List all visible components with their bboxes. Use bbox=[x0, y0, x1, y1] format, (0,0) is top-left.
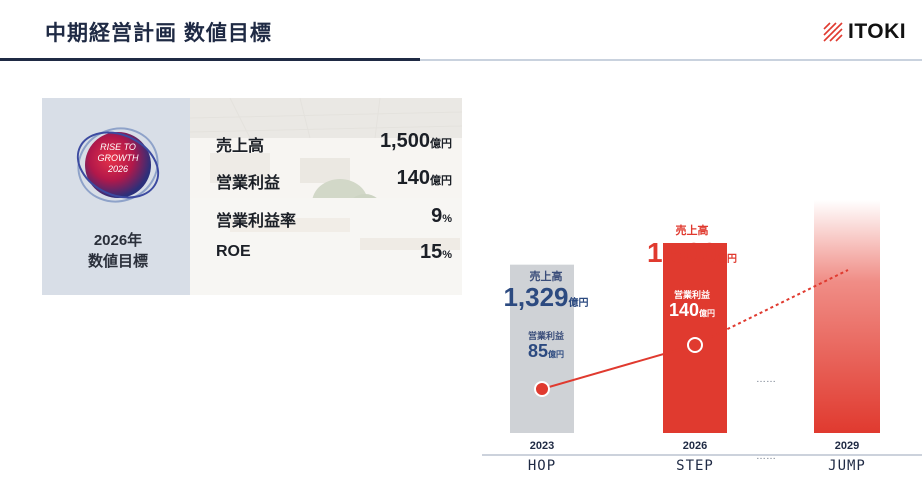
metric-row-sales: 売上高 1,500億円 bbox=[216, 130, 452, 155]
header-rule-dark bbox=[0, 58, 420, 61]
phase-label-2026: STEP bbox=[676, 458, 714, 474]
year-label-2023: 2023 bbox=[530, 440, 554, 452]
gap-marker-lower: …… bbox=[756, 451, 776, 462]
gap-marker-upper: …… bbox=[756, 374, 776, 385]
itoki-mark-icon bbox=[823, 22, 843, 42]
target-year-label: 2026年 数値目標 bbox=[87, 232, 148, 270]
year-label-2026: 2026 bbox=[683, 440, 707, 452]
sales-value-2023: 1,329億円 bbox=[503, 282, 589, 312]
metric-row-roe: ROE 15% bbox=[216, 241, 452, 263]
sales-label-2026: 売上高 bbox=[675, 225, 709, 237]
trend-point-2026 bbox=[687, 337, 703, 353]
header-rule-light bbox=[420, 59, 922, 61]
page-title: 中期経営計画 数値目標 bbox=[45, 22, 272, 45]
metric-row-operating-margin: 営業利益率 9% bbox=[216, 205, 452, 230]
year-label-2029: 2029 bbox=[835, 440, 859, 452]
target-panel: RISE TO GROWTH 2026 2026年 数値目標 売上高 1,500… bbox=[42, 97, 463, 295]
emblem-text: RISE TO GROWTH 2026 bbox=[97, 142, 139, 174]
sales-value-2026: 1,500億円 bbox=[646, 237, 738, 268]
brand-logo: ITOKI bbox=[822, 20, 906, 44]
op-value-2026: 140億円 bbox=[668, 300, 716, 320]
bar-2029 bbox=[814, 200, 880, 433]
phase-label-2023: HOP bbox=[528, 458, 556, 474]
brand-name: ITOKI bbox=[848, 20, 907, 43]
metric-row-operating-profit: 営業利益 140億円 bbox=[216, 167, 452, 192]
phase-label-2029: JUMP bbox=[828, 458, 866, 474]
op-value-2023: 85億円 bbox=[527, 341, 565, 361]
trend-point-2023 bbox=[534, 381, 550, 397]
growth-chart: 2023 HOP 2026 STEP 2029 JUMP………… 売上高 1,329億円 … bbox=[476, 190, 922, 489]
slide-header: 中期経営計画 数値目標 ITOKI bbox=[0, 0, 922, 62]
